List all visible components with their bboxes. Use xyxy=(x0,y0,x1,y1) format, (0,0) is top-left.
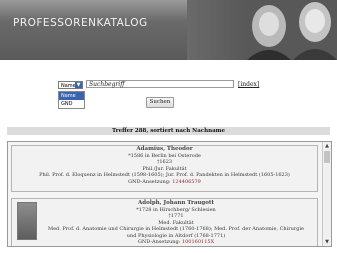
result-card[interactable]: Adolph, Johann Traugott *1728 in Hirschb… xyxy=(11,198,318,246)
gnd-label: GND-Ansetzung: xyxy=(128,178,171,185)
results-summary: Treffer 288, sortiert nach Nachname xyxy=(7,127,330,135)
search-mode-select[interactable]: Name ▼ xyxy=(58,81,83,89)
scroll-down-icon[interactable]: ▼ xyxy=(324,239,330,245)
results-list: Adamius, Theodor *1586 in Berlin bei Ost… xyxy=(7,141,332,247)
page-title: PROFESSORENKATALOG xyxy=(13,17,148,29)
search-form: Name ▼ Suchbegriff [index] Name GND Such… xyxy=(0,78,337,118)
chevron-down-icon[interactable]: ▼ xyxy=(75,82,82,88)
portrait-thumbnail[interactable] xyxy=(17,202,37,240)
positions: Med. Prof. d. Anatomie und Chirurgie in … xyxy=(47,226,305,232)
search-input[interactable]: Suchbegriff xyxy=(86,80,234,88)
search-mode-dropdown: Name GND xyxy=(58,91,85,109)
dropdown-option-name[interactable]: Name xyxy=(59,92,84,100)
result-text: Adolph, Johann Traugott *1728 in Hirschb… xyxy=(38,200,314,246)
gnd-link[interactable]: 124406579 xyxy=(172,179,201,185)
search-mode-value: Name xyxy=(61,83,76,89)
scrollbar[interactable]: ▲ ▼ xyxy=(322,142,331,246)
portrait-images xyxy=(187,0,337,60)
gnd-label: GND-Ansetzung: xyxy=(137,239,181,245)
gnd-line: GND-Ansetzung: 124406579 xyxy=(12,179,317,186)
index-link[interactable]: [index] xyxy=(238,81,259,88)
search-button[interactable]: Suchen xyxy=(146,97,174,108)
scrollbar-thumb[interactable] xyxy=(324,151,330,163)
result-card[interactable]: Adamius, Theodor *1586 in Berlin bei Ost… xyxy=(11,145,318,192)
scroll-up-icon[interactable]: ▲ xyxy=(324,143,330,149)
header-banner: PROFESSORENKATALOG xyxy=(0,0,337,60)
gnd-link[interactable]: 100160115X xyxy=(182,239,214,245)
gnd-line: GND-Ansetzung: 100160115X xyxy=(38,239,314,246)
dropdown-option-gnd[interactable]: GND xyxy=(59,100,84,108)
